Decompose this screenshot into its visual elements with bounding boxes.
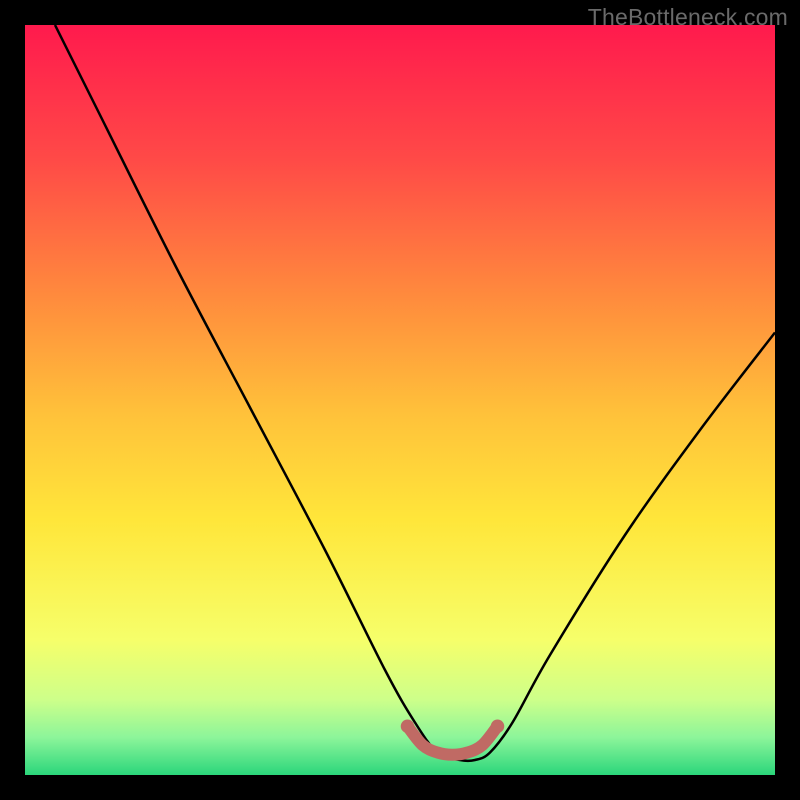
highlight-dot-left xyxy=(401,720,414,734)
chart-background xyxy=(25,25,775,775)
chart-frame: TheBottleneck.com xyxy=(0,0,800,800)
watermark-text: TheBottleneck.com xyxy=(588,4,788,31)
bottleneck-chart xyxy=(25,25,775,775)
highlight-dot-right xyxy=(491,720,504,734)
